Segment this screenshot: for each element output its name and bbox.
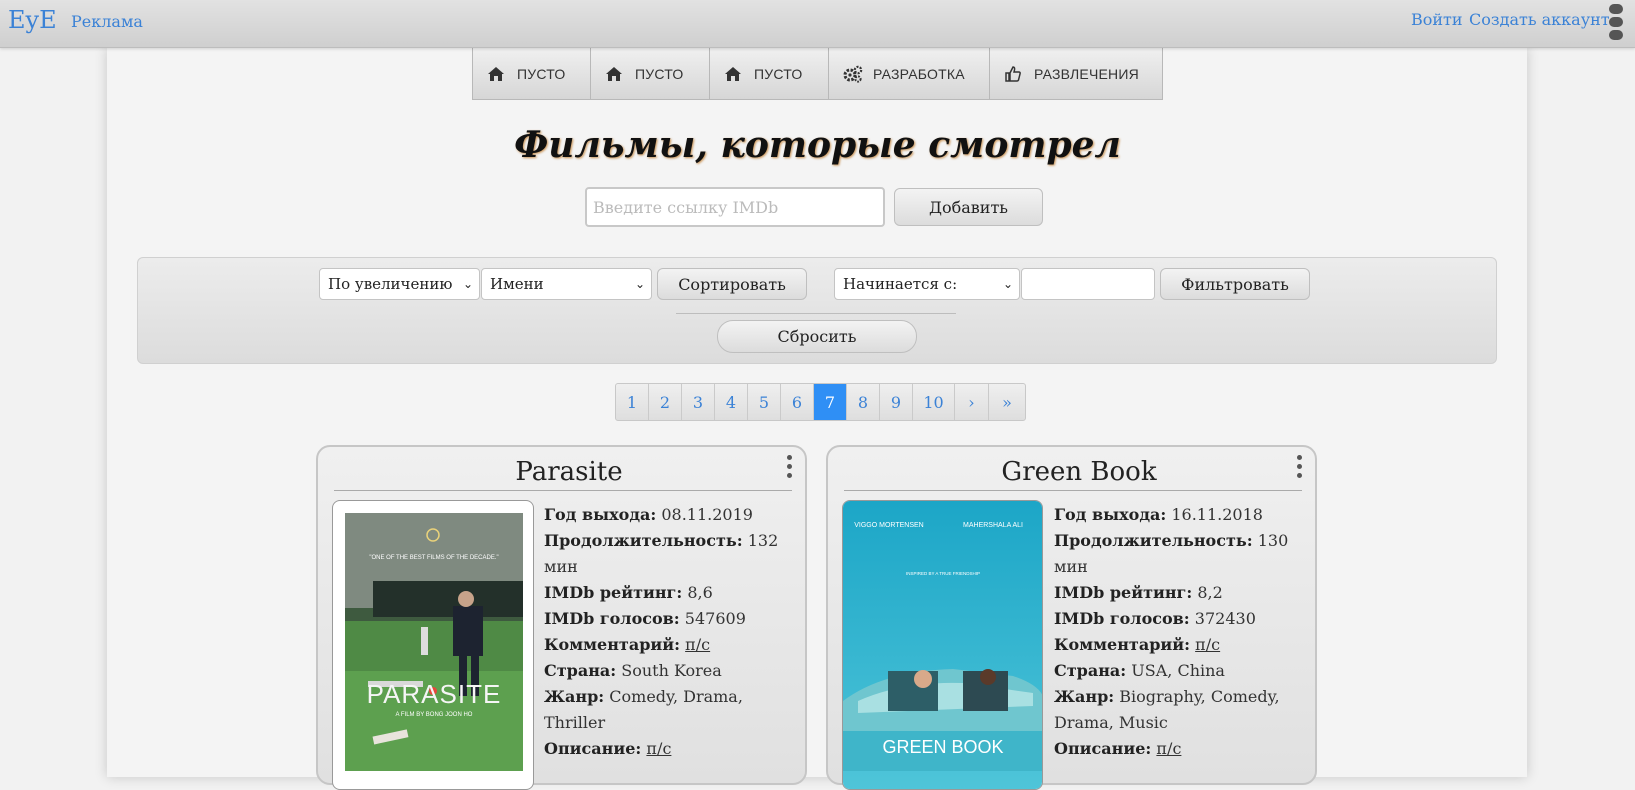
card-menu-icon[interactable] xyxy=(1297,455,1303,482)
sort-field-select[interactable]: Имени ⌄ xyxy=(481,268,652,300)
detail-comment: Комментарий: п/с xyxy=(1054,635,1221,654)
nav-item-entertainment[interactable]: РАЗВЛЕЧЕНИЯ xyxy=(990,48,1162,99)
sort-order-value: По увеличению xyxy=(328,275,453,293)
movie-details: Год выхода: 16.11.2018 Продолжительность… xyxy=(1054,502,1309,762)
detail-votes: IMDb голосов: 547609 xyxy=(544,609,746,628)
detail-votes: IMDb голосов: 372430 xyxy=(1054,609,1256,628)
comment-link[interactable]: п/с xyxy=(1195,635,1220,654)
detail-year: Год выхода: 16.11.2018 xyxy=(1054,505,1263,524)
pagination: 1 2 3 4 5 6 7 8 9 10 › » xyxy=(615,383,1026,421)
nav-label: ПУСТО xyxy=(517,65,566,82)
detail-country: Страна: USA, China xyxy=(1054,661,1225,680)
page-link-5[interactable]: 5 xyxy=(748,384,781,420)
page-title: Фильмы, которые смотрел xyxy=(514,124,1121,166)
page-link-3[interactable]: 3 xyxy=(682,384,715,420)
signup-link[interactable]: Создать аккаунт xyxy=(1469,10,1610,29)
nav-label: РАЗРАБОТКА xyxy=(873,65,965,82)
top-bar: EyE Реклама Войти Создать аккаунт xyxy=(0,0,1635,48)
description-link[interactable]: п/с xyxy=(1156,739,1181,758)
page-link-10[interactable]: 10 xyxy=(913,384,955,420)
next-page-button[interactable]: › xyxy=(955,384,989,420)
page-link-4[interactable]: 4 xyxy=(715,384,748,420)
movie-card: Green Book VIGGO MORTENSEN MAHERSHALA AL… xyxy=(826,445,1317,790)
filter-button[interactable]: Фильтровать xyxy=(1160,268,1310,300)
chevron-down-icon: ⌄ xyxy=(1002,277,1013,291)
gears-icon xyxy=(843,65,863,83)
thumbs-up-icon xyxy=(1004,65,1024,83)
ads-link[interactable]: Реклама xyxy=(71,12,143,31)
home-icon xyxy=(724,66,744,82)
movie-title: Parasite xyxy=(515,457,623,487)
login-link[interactable]: Войти xyxy=(1411,10,1463,29)
sort-field-value: Имени xyxy=(490,275,544,293)
parasite-poster-image: "ONE OF THE BEST FILMS OF THE DECADE." P… xyxy=(345,513,523,771)
nav-label: ПУСТО xyxy=(754,65,803,82)
page-link-1[interactable]: 1 xyxy=(616,384,649,420)
detail-genre: Жанр: Biography, Comedy, Drama, Music xyxy=(1054,687,1280,732)
sort-button[interactable]: Сортировать xyxy=(657,268,807,300)
detail-duration: Продолжительность: 130 мин xyxy=(1054,531,1289,576)
detail-rating: IMDb рейтинг: 8,2 xyxy=(1054,583,1223,602)
filter-divider xyxy=(676,313,956,314)
page-link-6[interactable]: 6 xyxy=(781,384,814,420)
imdb-link-input[interactable] xyxy=(585,187,885,227)
movie-card: Parasite "ONE OF THE BEST FILMS OF THE D… xyxy=(316,445,807,790)
movie-details: Год выхода: 08.11.2019 Продолжительность… xyxy=(544,502,799,762)
site-logo[interactable]: EyE xyxy=(8,6,57,34)
description-link[interactable]: п/с xyxy=(646,739,671,758)
chevron-down-icon: ⌄ xyxy=(634,277,645,291)
detail-rating: IMDb рейтинг: 8,6 xyxy=(544,583,713,602)
comment-link[interactable]: п/с xyxy=(685,635,710,654)
page-link-8[interactable]: 8 xyxy=(847,384,880,420)
last-page-button[interactable]: » xyxy=(989,384,1025,420)
page-link-2[interactable]: 2 xyxy=(649,384,682,420)
nav-label: ПУСТО xyxy=(635,65,684,82)
nav-item-empty-2[interactable]: ПУСТО xyxy=(591,48,710,99)
filter-text-input[interactable] xyxy=(1021,268,1155,300)
poster-actor-2: MAHERSHALA ALI xyxy=(963,522,1023,529)
chevron-down-icon: ⌄ xyxy=(462,277,473,291)
poster-credit: A FILM BY BONG JOON HO xyxy=(396,712,473,718)
main-nav: ПУСТО ПУСТО ПУСТО РАЗРАБОТКА РАЗВЛЕЧЕНИЯ xyxy=(472,48,1163,100)
home-icon xyxy=(487,66,507,82)
card-menu-icon[interactable] xyxy=(787,455,793,482)
poster-title: PARASITE xyxy=(367,679,502,709)
reset-button[interactable]: Сбросить xyxy=(717,320,917,353)
detail-description: Описание: п/с xyxy=(544,739,672,758)
nav-item-development[interactable]: РАЗРАБОТКА xyxy=(829,48,990,99)
green-book-poster-image: VIGGO MORTENSEN MAHERSHALA ALI INSPIRED … xyxy=(843,501,1042,789)
poster-actor-1: VIGGO MORTENSEN xyxy=(854,522,924,529)
page-link-9[interactable]: 9 xyxy=(880,384,913,420)
poster-title: GREEN BOOK xyxy=(882,737,1003,757)
nav-item-empty-3[interactable]: ПУСТО xyxy=(710,48,829,99)
filter-mode-value: Начинается с: xyxy=(843,275,958,293)
nav-item-empty-1[interactable]: ПУСТО xyxy=(473,48,591,99)
movie-poster: VIGGO MORTENSEN MAHERSHALA ALI INSPIRED … xyxy=(842,500,1043,790)
card-divider xyxy=(844,490,1302,491)
detail-comment: Комментарий: п/с xyxy=(544,635,711,654)
detail-genre: Жанр: Comedy, Drama, Thriller xyxy=(544,687,743,732)
nav-label: РАЗВЛЕЧЕНИЯ xyxy=(1034,65,1139,82)
add-button[interactable]: Добавить xyxy=(894,188,1043,226)
detail-description: Описание: п/с xyxy=(1054,739,1182,758)
sort-order-select[interactable]: По увеличению ⌄ xyxy=(319,268,480,300)
home-icon xyxy=(605,66,625,82)
card-divider xyxy=(334,490,792,491)
detail-country: Страна: South Korea xyxy=(544,661,722,680)
poster-tagline: INSPIRED BY A TRUE FRIENDSHIP xyxy=(906,571,980,576)
movie-title: Green Book xyxy=(1001,457,1157,487)
movie-poster: "ONE OF THE BEST FILMS OF THE DECADE." P… xyxy=(332,500,534,790)
poster-tagline: "ONE OF THE BEST FILMS OF THE DECADE." xyxy=(369,555,498,561)
filter-mode-select[interactable]: Начинается с: ⌄ xyxy=(834,268,1020,300)
page-link-7-current[interactable]: 7 xyxy=(814,384,847,420)
detail-duration: Продолжительность: 132 мин xyxy=(544,531,779,576)
more-menu-icon[interactable] xyxy=(1608,4,1624,42)
detail-year: Год выхода: 08.11.2019 xyxy=(544,505,753,524)
